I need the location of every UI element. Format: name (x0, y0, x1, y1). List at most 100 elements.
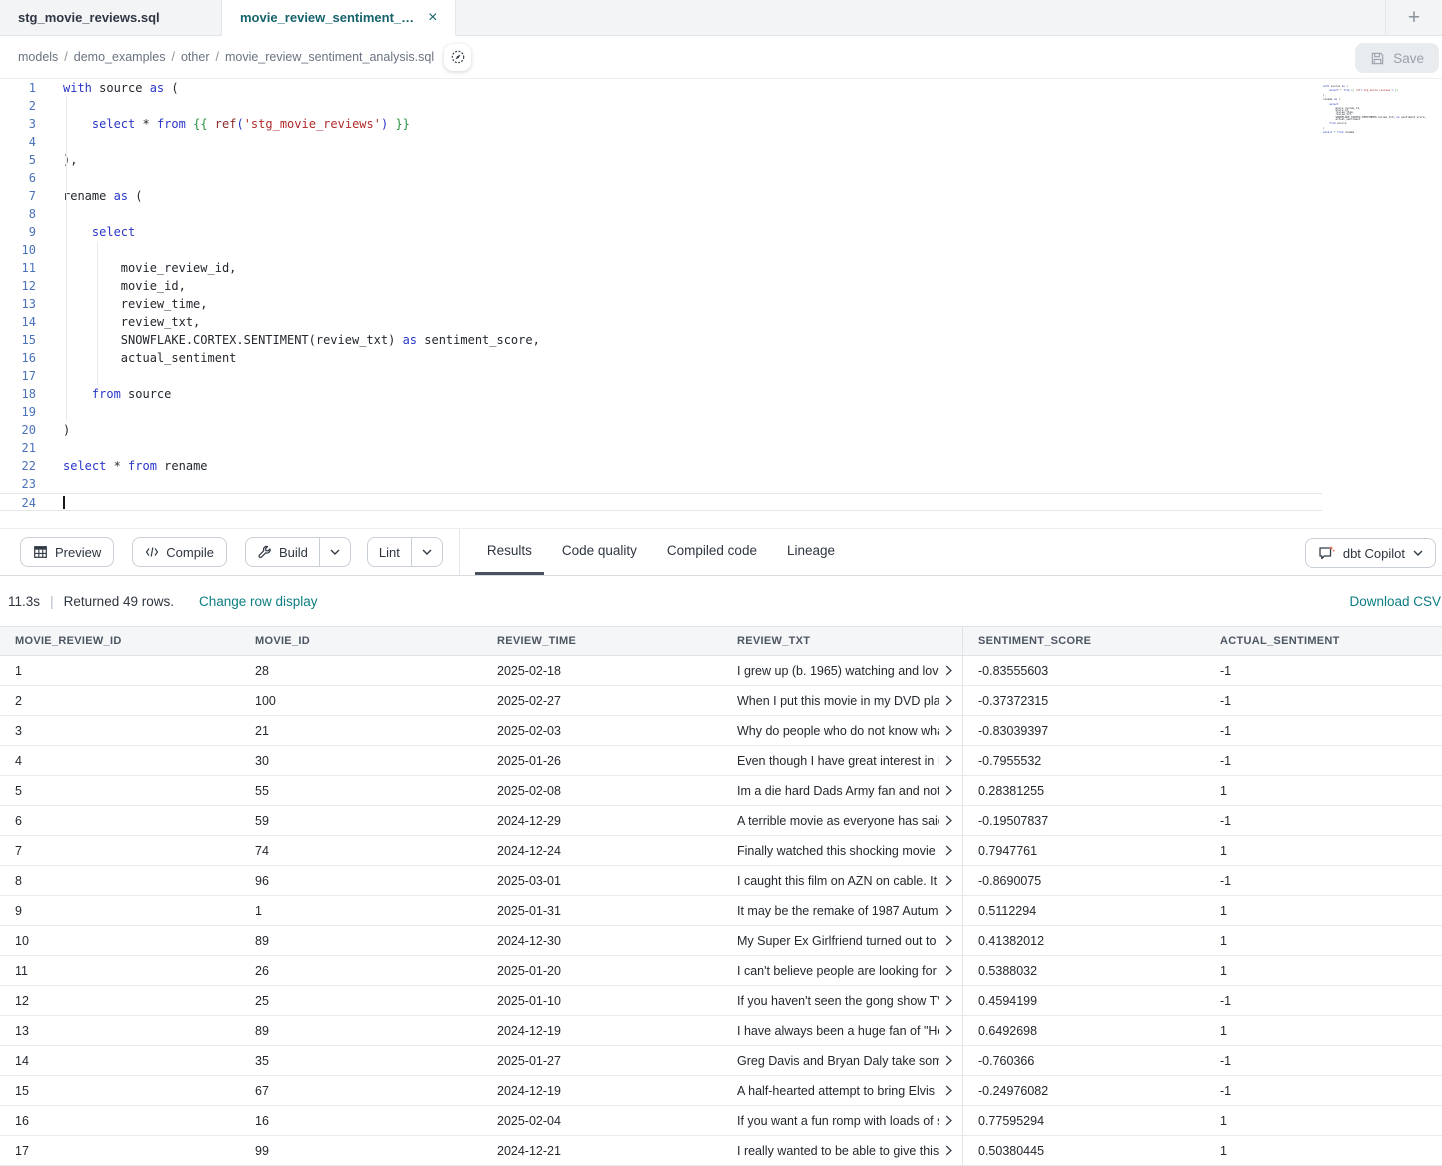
table-row: 1282025-02-18I grew up (b. 1965) watchin… (0, 656, 1442, 686)
breadcrumb-item: models (18, 50, 58, 64)
table-cell: -0.37372315 (963, 686, 1205, 715)
compile-button[interactable]: Compile (132, 537, 227, 567)
expand-cell-icon[interactable] (945, 665, 953, 676)
table-cell: -1 (1205, 986, 1442, 1015)
preview-button[interactable]: Preview (20, 537, 114, 567)
download-csv-link[interactable]: Download CSV (1349, 594, 1441, 609)
expand-cell-icon[interactable] (945, 845, 953, 856)
table-cell: -0.83555603 (963, 656, 1205, 685)
code-line-12[interactable]: 12 movie_id, (0, 277, 1442, 295)
table-cell: 1 (1205, 1016, 1442, 1045)
table-row: 11262025-01-20I can't believe people are… (0, 956, 1442, 986)
save-button[interactable]: Save (1355, 43, 1439, 73)
dbt-ide-window: stg_movie_reviews.sql movie_review_senti… (0, 0, 1442, 1166)
query-duration: 11.3s (8, 594, 40, 609)
expand-cell-icon[interactable] (945, 1025, 953, 1036)
code-line-11[interactable]: 11 movie_review_id, (0, 259, 1442, 277)
column-header-review_txt[interactable]: REVIEW_TXT (722, 627, 963, 655)
copilot-inline-button[interactable] (444, 44, 471, 71)
expand-cell-icon[interactable] (945, 905, 953, 916)
expand-cell-icon[interactable] (945, 1115, 953, 1126)
line-number: 22 (0, 457, 36, 475)
column-header-actual_sentiment[interactable]: ACTUAL_SENTIMENT (1205, 627, 1442, 655)
table-cell: 1 (1205, 956, 1442, 985)
line-number: 20 (0, 421, 36, 439)
expand-cell-icon[interactable] (945, 875, 953, 886)
build-button[interactable]: Build (246, 538, 320, 566)
table-cell: 16 (240, 1106, 482, 1135)
table-cell: 2025-01-20 (482, 956, 722, 985)
line-number: 19 (0, 403, 36, 421)
code-line-2[interactable]: 2 (0, 97, 1442, 115)
code-line-5[interactable]: 5), (0, 151, 1442, 169)
code-line-17[interactable]: 17 (0, 367, 1442, 385)
code-line-10[interactable]: 10 (0, 241, 1442, 259)
change-row-display-link[interactable]: Change row display (199, 594, 318, 609)
code-line-18[interactable]: 18 from source (0, 385, 1442, 403)
column-header-review_time[interactable]: REVIEW_TIME (482, 627, 722, 655)
column-header-movie_review_id[interactable]: MOVIE_REVIEW_ID (0, 627, 240, 655)
code-line-8[interactable]: 8 (0, 205, 1442, 223)
query-status-bar: 11.3s | Returned 49 rows. Change row dis… (0, 576, 1442, 626)
tab-compiled-code[interactable]: Compiled code (655, 529, 769, 575)
code-line-23[interactable]: 23 (0, 475, 1442, 493)
table-cell: 2024-12-19 (482, 1076, 722, 1105)
code-line-24[interactable]: 24 (0, 493, 1322, 511)
new-tab-button[interactable]: + (1385, 0, 1442, 35)
table-cell: 2025-02-27 (482, 686, 722, 715)
build-dropdown-button[interactable] (320, 538, 350, 566)
table-row: 13892024-12-19I have always been a huge … (0, 1016, 1442, 1046)
table-cell: -0.8690075 (963, 866, 1205, 895)
table-cell: 6 (0, 806, 240, 835)
breadcrumb-separator: / (172, 50, 175, 64)
dbt-copilot-button[interactable]: dbt Copilot (1305, 538, 1436, 568)
expand-cell-icon[interactable] (945, 695, 953, 706)
table-cell: 30 (240, 746, 482, 775)
code-line-9[interactable]: 9 select (0, 223, 1442, 241)
tab-results[interactable]: Results (475, 529, 544, 575)
expand-cell-icon[interactable] (945, 965, 953, 976)
lint-button[interactable]: Lint (368, 538, 412, 566)
table-cell: A terrible movie as everyone has said. … (722, 806, 963, 835)
column-header-movie_id[interactable]: MOVIE_ID (240, 627, 482, 655)
table-cell: 0.4594199 (963, 986, 1205, 1015)
file-tab-stg-movie-reviews[interactable]: stg_movie_reviews.sql (0, 0, 222, 35)
expand-cell-icon[interactable] (945, 935, 953, 946)
lint-dropdown-button[interactable] (412, 538, 442, 566)
expand-cell-icon[interactable] (945, 815, 953, 826)
table-cell: It may be the remake of 1987 Autumn'… (722, 896, 963, 925)
tab-code-quality[interactable]: Code quality (550, 529, 649, 575)
code-line-15[interactable]: 15 SNOWFLAKE.CORTEX.SENTIMENT(review_txt… (0, 331, 1442, 349)
code-line-7[interactable]: 7rename as ( (0, 187, 1442, 205)
expand-cell-icon[interactable] (945, 1085, 953, 1096)
file-tab-movie-review-sentiment[interactable]: movie_review_sentiment_… × (222, 0, 456, 36)
code-line-4[interactable]: 4 (0, 133, 1442, 151)
expand-cell-icon[interactable] (945, 995, 953, 1006)
close-tab-icon[interactable]: × (428, 10, 437, 26)
code-line-3[interactable]: 3 select * from {{ ref('stg_movie_review… (0, 115, 1442, 133)
code-line-21[interactable]: 21 (0, 439, 1442, 457)
table-cell: -1 (1205, 716, 1442, 745)
code-line-19[interactable]: 19 (0, 403, 1442, 421)
status-divider: | (50, 593, 54, 609)
code-line-6[interactable]: 6 (0, 169, 1442, 187)
expand-cell-icon[interactable] (945, 725, 953, 736)
code-line-16[interactable]: 16 actual_sentiment (0, 349, 1442, 367)
code-line-1[interactable]: 1with source as ( (0, 79, 1442, 97)
code-line-22[interactable]: 22select * from rename (0, 457, 1442, 475)
review-text: Finally watched this shocking movie la… (737, 844, 939, 858)
code-line-13[interactable]: 13 review_time, (0, 295, 1442, 313)
breadcrumb-bar: models/demo_examples/other/movie_review_… (0, 36, 1442, 79)
expand-cell-icon[interactable] (945, 755, 953, 766)
expand-cell-icon[interactable] (945, 1055, 953, 1066)
table-cell: 8 (0, 866, 240, 895)
code-line-20[interactable]: 20) (0, 421, 1442, 439)
expand-cell-icon[interactable] (945, 785, 953, 796)
column-header-sentiment_score[interactable]: SENTIMENT_SCORE (963, 627, 1205, 655)
tab-lineage[interactable]: Lineage (775, 529, 847, 575)
tab-label: Compiled code (667, 543, 757, 558)
plus-icon: + (1408, 6, 1420, 30)
code-line-14[interactable]: 14 review_txt, (0, 313, 1442, 331)
code-editor[interactable]: 1with source as (23 select * from {{ ref… (0, 79, 1442, 528)
expand-cell-icon[interactable] (945, 1145, 953, 1156)
